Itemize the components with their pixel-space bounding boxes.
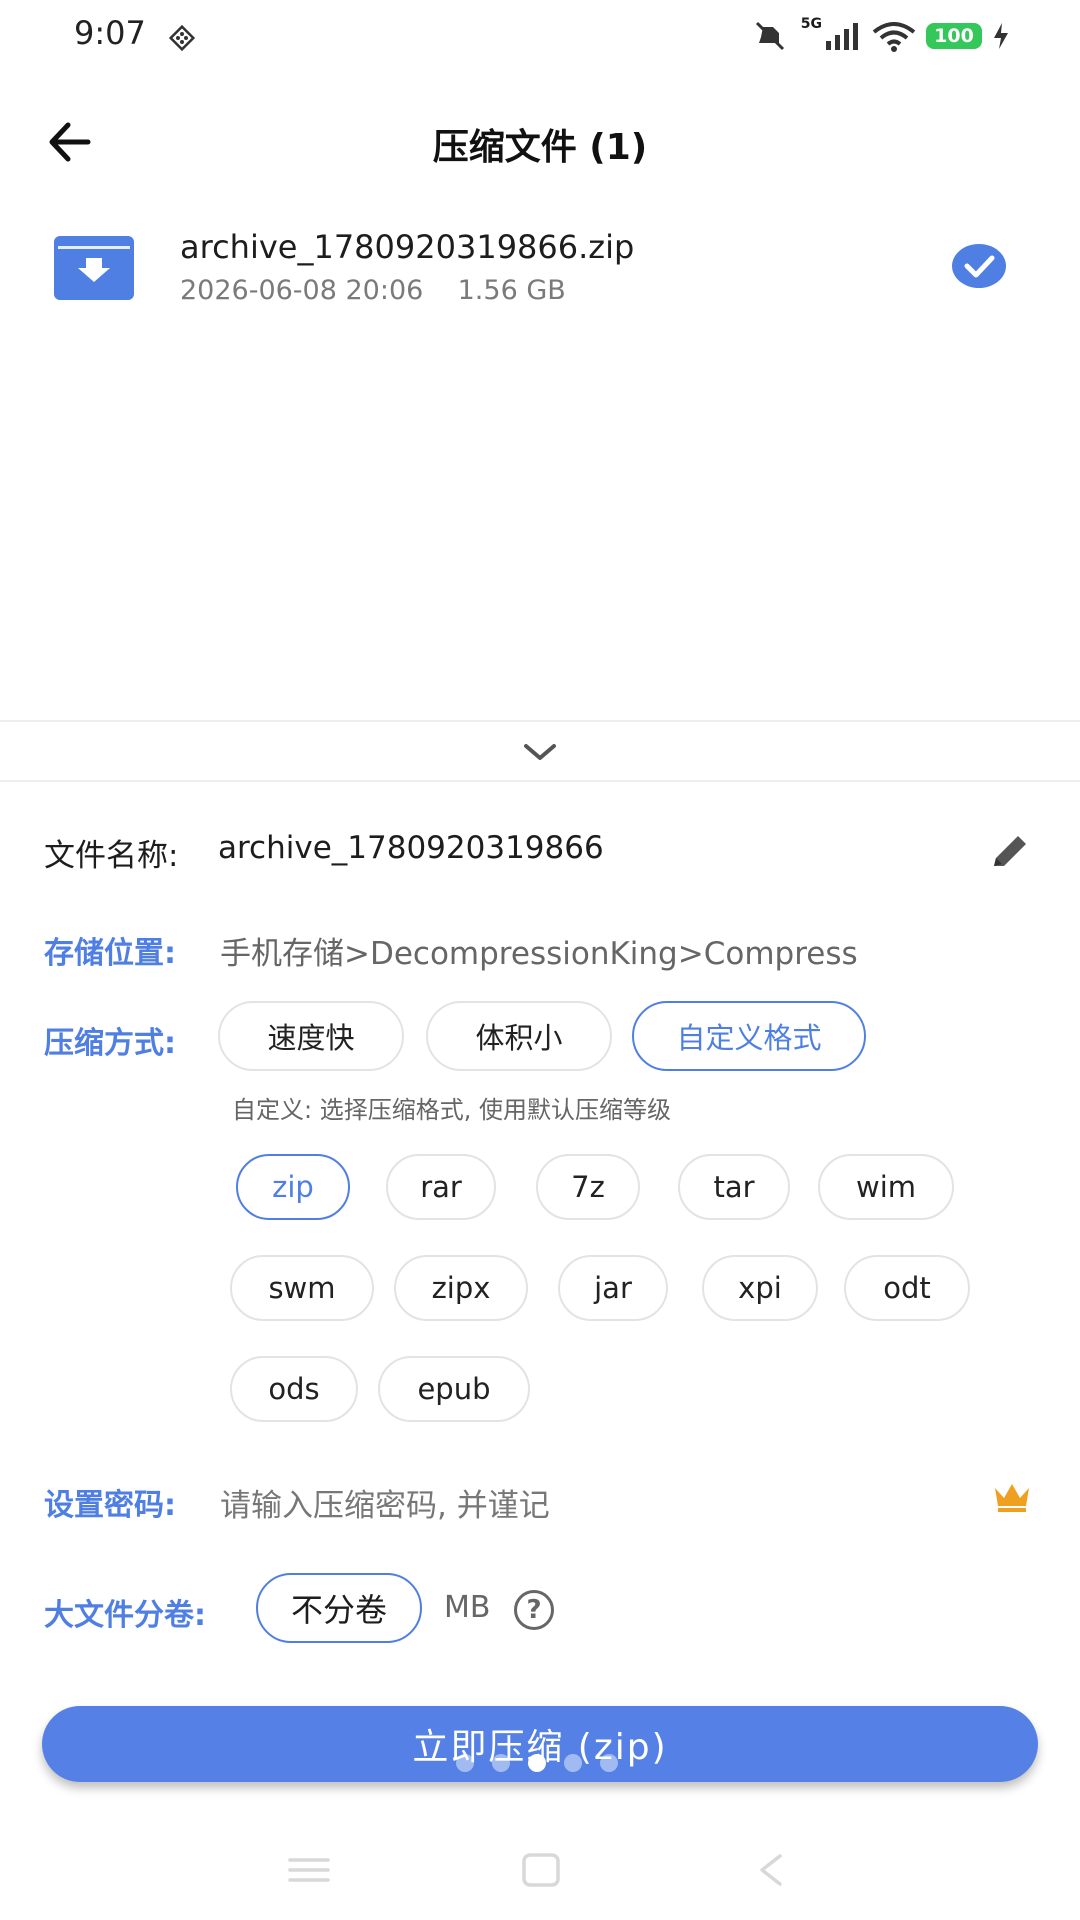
page-title: 压缩文件 (1) [432,127,648,168]
mode-small-chip[interactable]: 体积小 [426,1001,612,1071]
selected-check-icon[interactable] [952,244,1006,288]
page-dot [492,1754,510,1772]
mute-icon [755,21,784,51]
file-name: archive_1780920319866.zip [180,228,635,266]
mode-fast-chip[interactable]: 速度快 [218,1001,404,1071]
chevron-down-icon[interactable] [520,738,560,766]
archive-file-icon [54,236,134,300]
network-label: 5G [800,16,822,32]
page-dot [456,1754,474,1772]
crown-icon [995,1484,1029,1512]
edit-icon[interactable] [988,832,1034,872]
mode-label: 压缩方式: [44,1026,176,1061]
help-icon[interactable]: ? [514,1590,554,1630]
format-chip-wim[interactable]: wim [818,1154,954,1220]
password-label: 设置密码: [44,1488,176,1523]
file-meta: 2026-06-08 20:06 1.56 GB [180,275,566,306]
battery-icon: 100 [926,23,982,49]
location-label: 存储位置: [44,936,176,971]
location-value[interactable]: 手机存储>DecompressionKing>Compress [220,928,858,973]
mode-custom-chip[interactable]: 自定义格式 [632,1001,866,1071]
home-icon[interactable] [518,1852,564,1888]
filename-label: 文件名称: [44,838,179,874]
format-chip-7z[interactable]: 7z [536,1154,640,1220]
format-chip-zipx[interactable]: zipx [394,1255,528,1321]
volume-input[interactable]: 不分卷 [256,1573,422,1643]
page-dot [564,1754,582,1772]
password-input[interactable]: 请输入压缩密码, 并谨记 [220,1480,550,1525]
format-chip-rar[interactable]: rar [386,1154,496,1220]
format-chip-xpi[interactable]: xpi [702,1255,818,1321]
status-icons: 5G 100 [751,16,1010,56]
status-time: 9:07 [74,14,146,52]
page-dot-active [528,1754,546,1772]
mode-hint: 自定义: 选择压缩格式, 使用默认压缩等级 [232,1096,671,1124]
format-chip-ods[interactable]: ods [230,1356,358,1422]
signal-icon [826,23,858,50]
format-chip-odt[interactable]: odt [844,1255,970,1321]
filename-value: archive_1780920319866 [218,830,604,866]
format-chip-tar[interactable]: tar [678,1154,790,1220]
volume-unit: MB [444,1590,491,1625]
page-indicator [456,1754,618,1772]
divider [0,780,1080,782]
page-dot [600,1754,618,1772]
format-chip-zip[interactable]: zip [236,1154,350,1220]
charging-icon [994,23,1008,49]
volume-label: 大文件分卷: [44,1598,206,1633]
format-chip-swm[interactable]: swm [230,1255,374,1321]
format-chip-epub[interactable]: epub [378,1356,530,1422]
divider [0,720,1080,722]
menu-icon[interactable] [286,1852,332,1888]
grid-icon [168,24,196,52]
wifi-icon [872,22,916,52]
nav-back-icon[interactable] [748,1852,794,1888]
format-chip-jar[interactable]: jar [558,1255,668,1321]
